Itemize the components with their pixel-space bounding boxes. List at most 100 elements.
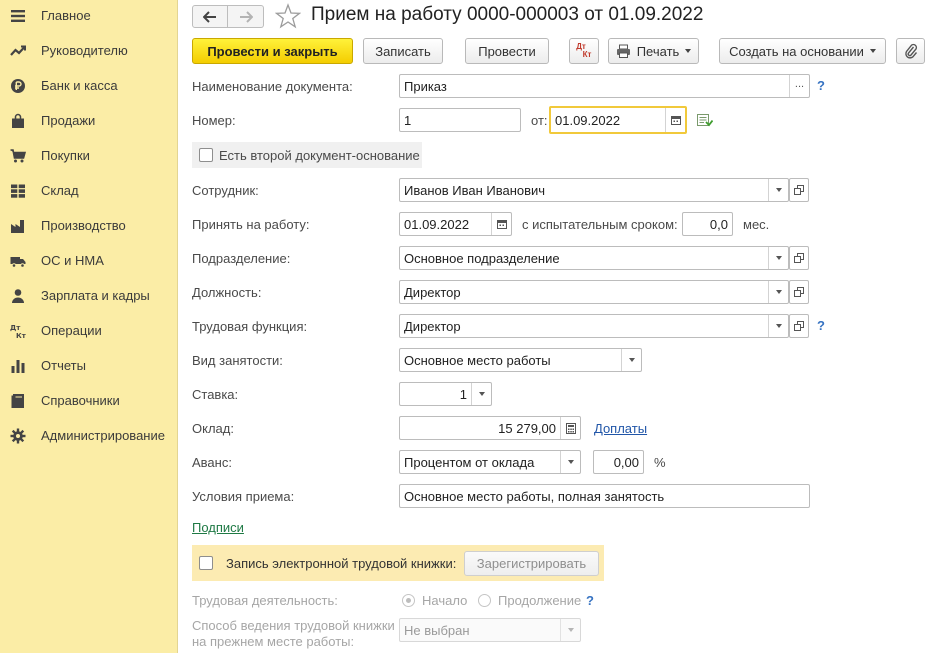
advance-value-field[interactable]: 0,00 — [593, 450, 644, 474]
method-dropdown-button[interactable] — [560, 619, 580, 641]
doc-name-value: Приказ — [404, 78, 447, 94]
sidebar-item[interactable]: Продажи — [0, 103, 178, 138]
radio-continue[interactable] — [478, 594, 491, 607]
sidebar-item-label: Операции — [41, 323, 102, 338]
sidebar-item-label: Отчеты — [41, 358, 86, 373]
sidebar-item[interactable]: Банк и касса — [0, 68, 178, 103]
employee-open-button[interactable] — [789, 178, 809, 202]
etk-checkbox[interactable] — [199, 556, 213, 570]
register-movements-icon[interactable] — [697, 114, 713, 128]
second-basis-checkbox[interactable] — [199, 148, 213, 162]
sidebar-item[interactable]: Главное — [0, 0, 178, 33]
hire-date-value: 01.09.2022 — [404, 216, 470, 232]
sidebar-item-label: Справочники — [41, 393, 120, 408]
post-button[interactable]: Провести — [465, 38, 549, 64]
register-button[interactable]: Зарегистрировать — [464, 551, 599, 576]
sidebar-item[interactable]: Руководителю — [0, 33, 178, 68]
department-field[interactable]: Основное подразделение — [399, 246, 789, 270]
calculator-button[interactable] — [560, 417, 580, 439]
employee-field[interactable]: Иванов Иван Иванович — [399, 178, 789, 202]
labor-function-dropdown-button[interactable] — [768, 315, 788, 337]
dt-kt-button[interactable]: Дт Кт — [569, 38, 599, 64]
position-field[interactable]: Директор — [399, 280, 789, 304]
position-label: Должность: — [192, 285, 262, 300]
create-based-on-button[interactable]: Создать на основании — [719, 38, 886, 64]
help-icon[interactable]: ? — [817, 78, 825, 93]
sidebar-item[interactable]: Дт Кт Операции — [0, 313, 178, 348]
sidebar-item[interactable]: Покупки — [0, 138, 178, 173]
labor-function-field[interactable]: Директор — [399, 314, 789, 338]
employment-type-value: Основное место работы — [404, 352, 551, 368]
gear-icon — [10, 428, 26, 444]
labor-function-value: Директор — [404, 318, 461, 334]
advance-method-field[interactable]: Процентом от оклада — [399, 450, 581, 474]
number-field[interactable]: 1 — [399, 108, 521, 132]
document-date-value: 01.09.2022 — [555, 112, 621, 128]
calendar-icon — [670, 116, 681, 125]
calendar-button[interactable] — [491, 213, 511, 235]
hire-date-field[interactable]: 01.09.2022 — [399, 212, 512, 236]
paperclip-icon — [904, 43, 917, 59]
sidebar-item[interactable]: Производство — [0, 208, 178, 243]
attachments-button[interactable] — [896, 38, 925, 64]
rate-label: Ставка: — [192, 387, 239, 402]
doc-name-field[interactable]: Приказ ... — [399, 74, 810, 98]
chevron-down-icon — [775, 290, 782, 294]
advance-unit: % — [654, 455, 666, 470]
hire-date-label: Принять на работу: — [192, 217, 310, 232]
chevron-down-icon — [478, 392, 485, 396]
department-dropdown-button[interactable] — [768, 247, 788, 269]
advance-method-dropdown-button[interactable] — [560, 451, 580, 473]
rate-dropdown-button[interactable] — [471, 383, 491, 405]
department-open-button[interactable] — [789, 246, 809, 270]
sidebar-item[interactable]: ОС и НМА — [0, 243, 178, 278]
forward-button[interactable] — [228, 5, 264, 28]
shopping-cart-icon — [10, 148, 26, 164]
sidebar-item[interactable]: Отчеты — [0, 348, 178, 383]
help-icon[interactable]: ? — [817, 318, 825, 333]
sidebar-item[interactable]: Администрирование — [0, 418, 178, 453]
labor-function-open-button[interactable] — [789, 314, 809, 338]
select-more-button[interactable]: ... — [789, 75, 809, 97]
chevron-down-icon — [869, 49, 876, 53]
employment-type-field[interactable]: Основное место работы — [399, 348, 642, 372]
employee-dropdown-button[interactable] — [768, 179, 788, 201]
salary-field[interactable]: 15 279,00 — [399, 416, 581, 440]
menu-lines-icon — [10, 8, 26, 24]
document-date-field[interactable]: 01.09.2022 — [549, 106, 687, 134]
advance-method-value: Процентом от оклада — [404, 454, 535, 470]
sidebar-item[interactable]: Зарплата и кадры — [0, 278, 178, 313]
rate-field[interactable]: 1 — [399, 382, 492, 406]
employment-type-dropdown-button[interactable] — [621, 349, 641, 371]
svg-text:Дт: Дт — [10, 324, 21, 332]
radio-start[interactable] — [402, 594, 415, 607]
create-based-label: Создать на основании — [729, 43, 864, 59]
probation-field[interactable]: 0,0 — [682, 212, 733, 236]
dt-kt-icon: Дт Кт — [10, 323, 26, 339]
sidebar-item-label: Склад — [41, 183, 79, 198]
calendar-icon — [496, 220, 507, 229]
save-button[interactable]: Записать — [363, 38, 443, 64]
help-icon[interactable]: ? — [586, 593, 594, 608]
method-field[interactable]: Не выбран — [399, 618, 581, 642]
calendar-button[interactable] — [665, 108, 685, 132]
open-window-icon — [794, 185, 804, 195]
conditions-label: Условия приема: — [192, 489, 295, 504]
number-label: Номер: — [192, 113, 236, 128]
post-and-close-button[interactable]: Провести и закрыть — [192, 38, 353, 64]
sidebar-item[interactable]: Справочники — [0, 383, 178, 418]
position-dropdown-button[interactable] — [768, 281, 788, 303]
salary-value: 15 279,00 — [498, 420, 556, 436]
position-open-button[interactable] — [789, 280, 809, 304]
favorite-star-icon[interactable] — [275, 3, 301, 29]
chevron-down-icon — [775, 256, 782, 260]
back-button[interactable] — [192, 5, 228, 28]
print-button[interactable]: Печать — [608, 38, 699, 64]
signatures-link[interactable]: Подписи — [192, 520, 244, 535]
sidebar-item-label: ОС и НМА — [41, 253, 104, 268]
conditions-field[interactable]: Основное место работы, полная занятость — [399, 484, 810, 508]
trend-chart-icon — [10, 43, 26, 59]
sidebar-item[interactable]: Склад — [0, 173, 178, 208]
chevron-down-icon — [685, 49, 692, 53]
extra-pay-link[interactable]: Доплаты — [594, 421, 647, 436]
